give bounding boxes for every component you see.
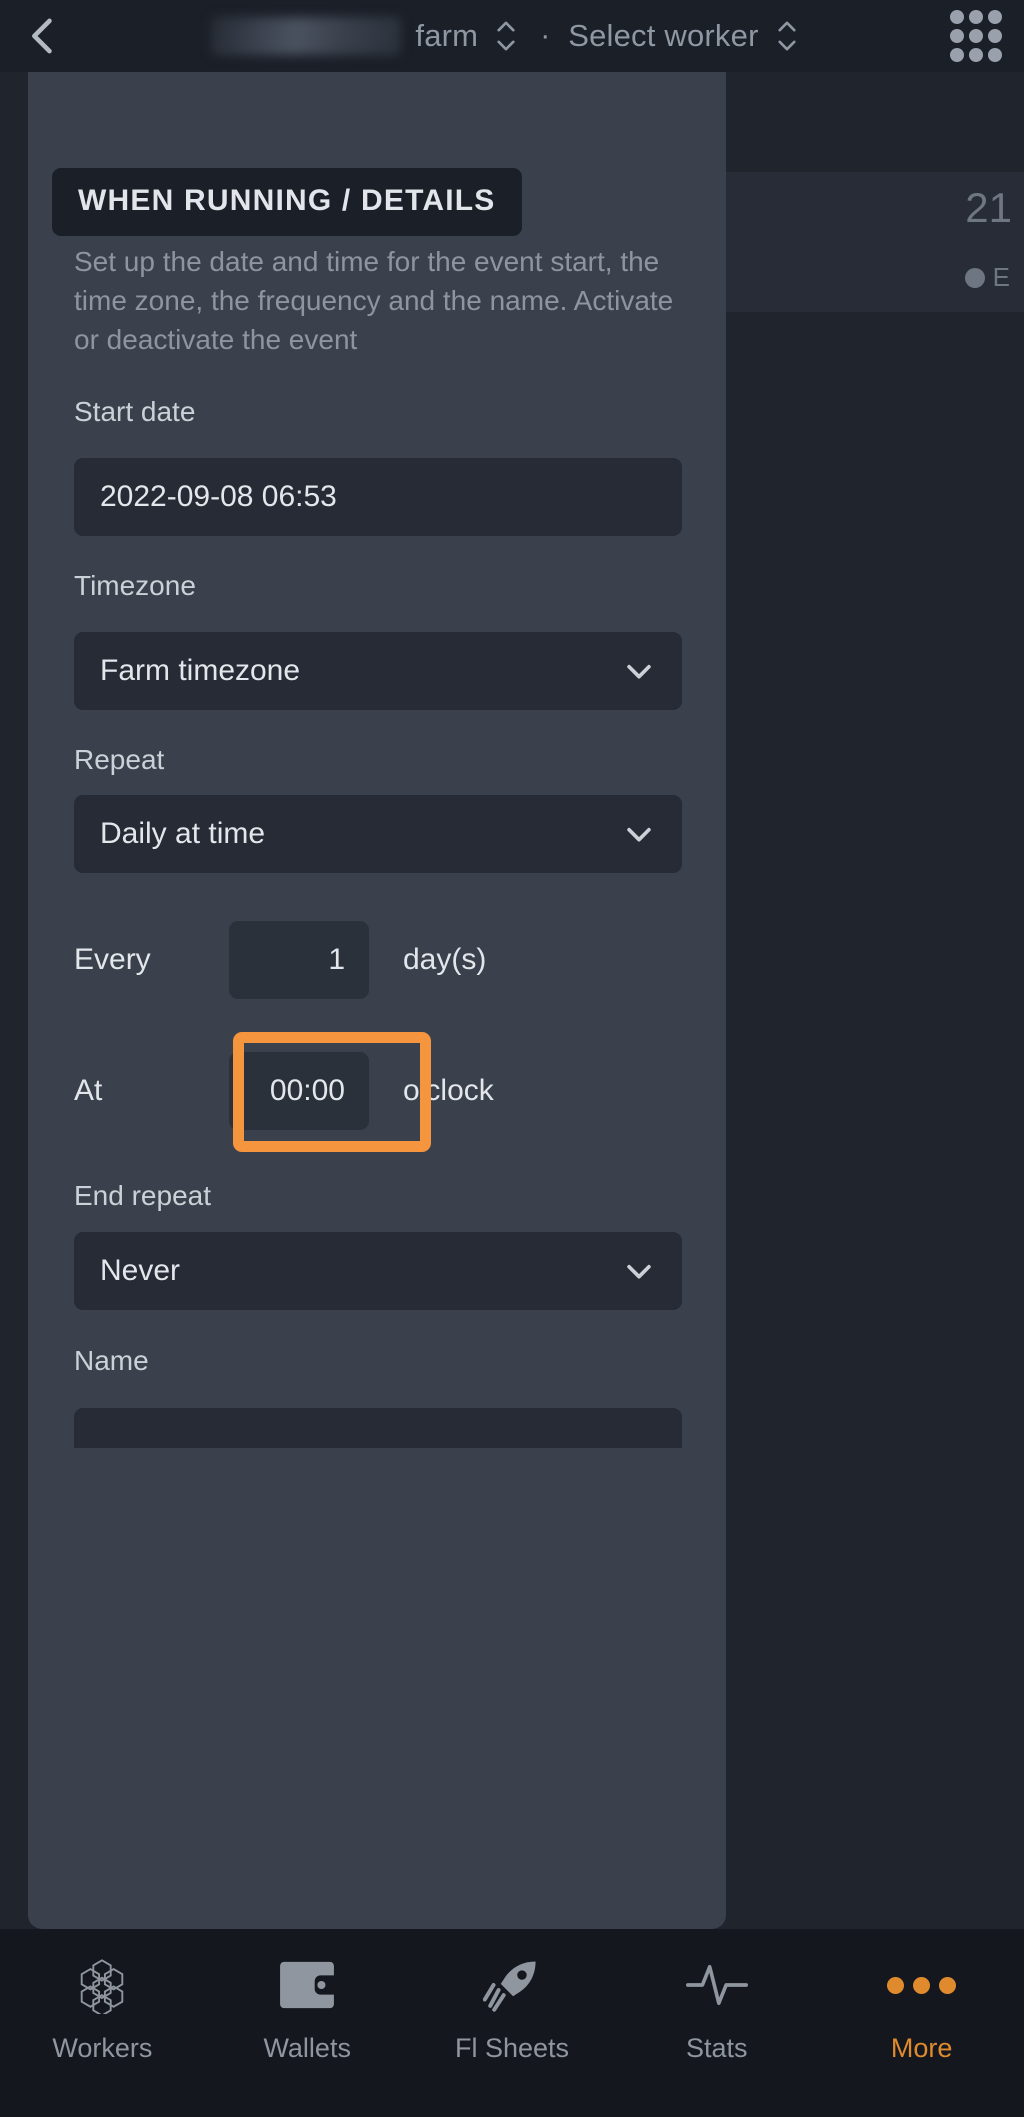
end-repeat-select[interactable]: Never (74, 1232, 682, 1310)
chevron-left-icon (32, 18, 52, 54)
app-screen: 21 E WHEN RUNNING / DETAILS Set up the d… (0, 0, 1024, 2117)
grid-menu-button[interactable] (928, 0, 1024, 72)
section-badge: WHEN RUNNING / DETAILS (52, 168, 522, 236)
top-bar: farm · Select worker (0, 0, 1024, 72)
every-unit: day(s) (403, 943, 487, 976)
hexagon-cluster-icon (72, 1955, 132, 2015)
farm-worker-selector: farm · Select worker (86, 17, 928, 55)
every-value: 1 (328, 943, 345, 976)
section-description: Set up the date and time for the event s… (74, 246, 674, 355)
repeat-value: Daily at time (100, 817, 266, 850)
every-row: Every 1 day(s) (74, 920, 682, 1000)
nav-item-fl-sheets[interactable]: Fl Sheets (410, 1955, 615, 2064)
back-button[interactable] (0, 0, 86, 72)
nav-label-wallets: Wallets (263, 2033, 351, 2063)
at-time-highlight-ring (233, 1032, 431, 1152)
end-repeat-value: Never (100, 1254, 181, 1287)
every-label: Every (74, 943, 151, 976)
timezone-label: Timezone (74, 570, 196, 601)
background-subtext: E (964, 262, 1010, 293)
chevron-down-icon (622, 817, 656, 851)
rocket-icon (482, 1955, 541, 2015)
pulse-icon (685, 1955, 748, 2015)
farm-updown-icon[interactable] (494, 17, 518, 55)
nav-item-workers[interactable]: Workers (0, 1955, 205, 2064)
at-label: At (74, 1074, 103, 1107)
nav-item-more[interactable]: More (819, 1955, 1024, 2064)
timezone-value: Farm timezone (100, 654, 301, 687)
nav-item-stats[interactable]: Stats (614, 1955, 819, 2064)
farm-name-redacted (211, 17, 402, 55)
name-label: Name (74, 1345, 149, 1376)
ellipsis-icon (887, 1955, 957, 2015)
moon-icon (964, 267, 985, 288)
sheet-content: WHEN RUNNING / DETAILS Set up the date a… (28, 0, 726, 1929)
nav-item-wallets[interactable]: Wallets (205, 1955, 410, 2064)
separator-dot: · (540, 19, 551, 52)
wallet-icon (278, 1955, 337, 2015)
repeat-label: Repeat (74, 744, 165, 775)
end-repeat-label: End repeat (74, 1180, 211, 1211)
start-date-value: 2022-09-08 06:53 (100, 480, 337, 513)
nav-label-more: More (890, 2033, 953, 2063)
background-sub-label: E (992, 262, 1010, 292)
grid-menu-icon (950, 10, 1002, 62)
nav-label-fl-sheets: Fl Sheets (454, 2033, 570, 2063)
start-date-input[interactable]: 2022-09-08 06:53 (74, 458, 682, 536)
name-input[interactable] (74, 1408, 682, 1448)
chevron-down-icon (622, 654, 656, 688)
chevron-down-icon (622, 1254, 656, 1288)
every-input[interactable]: 1 (229, 921, 369, 999)
worker-updown-icon[interactable] (775, 17, 799, 55)
repeat-select[interactable]: Daily at time (74, 795, 682, 873)
bottom-navigation: Workers Wallets Fl Sheets Stats More (0, 1929, 1024, 2117)
select-worker-label[interactable]: Select worker (568, 18, 758, 54)
nav-label-stats: Stats (686, 2033, 748, 2063)
start-date-label: Start date (74, 396, 196, 427)
event-settings-sheet: WHEN RUNNING / DETAILS Set up the date a… (28, 0, 726, 1929)
background-number: 21 (965, 184, 1012, 231)
timezone-select[interactable]: Farm timezone (74, 632, 682, 710)
farm-label[interactable]: farm (415, 18, 478, 54)
nav-label-workers: Workers (52, 2033, 153, 2063)
